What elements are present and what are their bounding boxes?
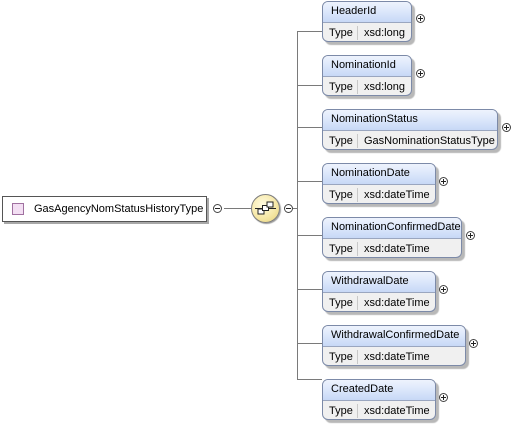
type-key: Type [329,297,353,309]
type-value: xsd:dateTime [364,351,430,363]
branch-2 [297,127,322,128]
type-value: xsd:dateTime [364,297,430,309]
type-value: xsd:dateTime [364,243,430,255]
element-name: CreatedDate [323,380,435,401]
sequence-icon [255,201,276,215]
type-key: Type [329,81,353,93]
element-name: NominationDate [323,164,435,185]
expand-toggle-nomination-confirmed-date[interactable] [466,231,475,240]
element-nomination-id[interactable]: NominationId Type xsd:long [322,55,412,96]
expand-toggle-nomination-id[interactable] [416,69,425,78]
branch-7 [297,379,322,380]
type-key: Type [329,135,353,147]
element-type-row: Type xsd:long [323,23,411,41]
divider [357,188,358,202]
type-value: GasNominationStatusType [364,135,495,147]
element-name: NominationConfirmedDate [323,218,461,239]
divider [357,26,358,40]
expand-toggle-header-id[interactable] [416,14,425,23]
root-connector [224,208,252,209]
divider [357,350,358,364]
type-value: xsd:dateTime [364,405,430,417]
type-value: xsd:long [364,27,405,39]
element-type-row: Type xsd:dateTime [323,293,435,311]
branch-5 [297,289,322,290]
element-type-row: Type xsd:dateTime [323,401,435,419]
type-value: xsd:long [364,81,405,93]
element-name: NominationId [323,56,411,77]
divider [357,80,358,94]
element-name: WithdrawalConfirmedDate [323,326,465,347]
element-type-row: Type xsd:dateTime [323,347,465,365]
type-key: Type [329,405,353,417]
element-nomination-date[interactable]: NominationDate Type xsd:dateTime [322,163,436,204]
expand-toggle-withdrawal-confirmed-date[interactable] [469,339,478,348]
element-created-date[interactable]: CreatedDate Type xsd:dateTime [322,379,436,420]
expand-toggle-nomination-date[interactable] [439,177,448,186]
branch-3 [297,181,322,182]
branch-1 [297,85,322,86]
type-key: Type [329,243,353,255]
branch-6 [297,343,322,344]
element-name: HeaderId [323,2,411,23]
element-nomination-status[interactable]: NominationStatus Type GasNominationStatu… [322,109,498,150]
complex-type-icon [12,203,24,215]
type-value: xsd:dateTime [364,189,430,201]
expand-toggle-nomination-status[interactable] [502,123,511,132]
divider [357,134,358,148]
tree-trunk [297,31,298,379]
sequence-compositor[interactable] [251,194,280,223]
element-type-row: Type xsd:dateTime [323,239,461,257]
divider [357,296,358,310]
element-type-row: Type GasNominationStatusType [323,131,497,149]
element-type-row: Type xsd:long [323,77,411,95]
branch-0 [297,31,322,32]
root-collapse-toggle[interactable] [213,204,222,213]
compositor-collapse-toggle[interactable] [284,204,293,213]
element-type-row: Type xsd:dateTime [323,185,435,203]
element-name: WithdrawalDate [323,272,435,293]
element-withdrawal-date[interactable]: WithdrawalDate Type xsd:dateTime [322,271,436,312]
branch-4 [297,235,322,236]
type-key: Type [329,189,353,201]
root-type-name: GasAgencyNomStatusHistoryType [34,203,204,215]
expand-toggle-created-date[interactable] [439,393,448,402]
element-nomination-confirmed-date[interactable]: NominationConfirmedDate Type xsd:dateTim… [322,217,462,258]
expand-toggle-withdrawal-date[interactable] [439,285,448,294]
root-complex-type[interactable]: GasAgencyNomStatusHistoryType [2,196,207,222]
divider [357,404,358,418]
type-key: Type [329,351,353,363]
element-withdrawal-confirmed-date[interactable]: WithdrawalConfirmedDate Type xsd:dateTim… [322,325,466,366]
element-name: NominationStatus [323,110,497,131]
type-key: Type [329,27,353,39]
divider [357,242,358,256]
element-header-id[interactable]: HeaderId Type xsd:long [322,1,412,42]
